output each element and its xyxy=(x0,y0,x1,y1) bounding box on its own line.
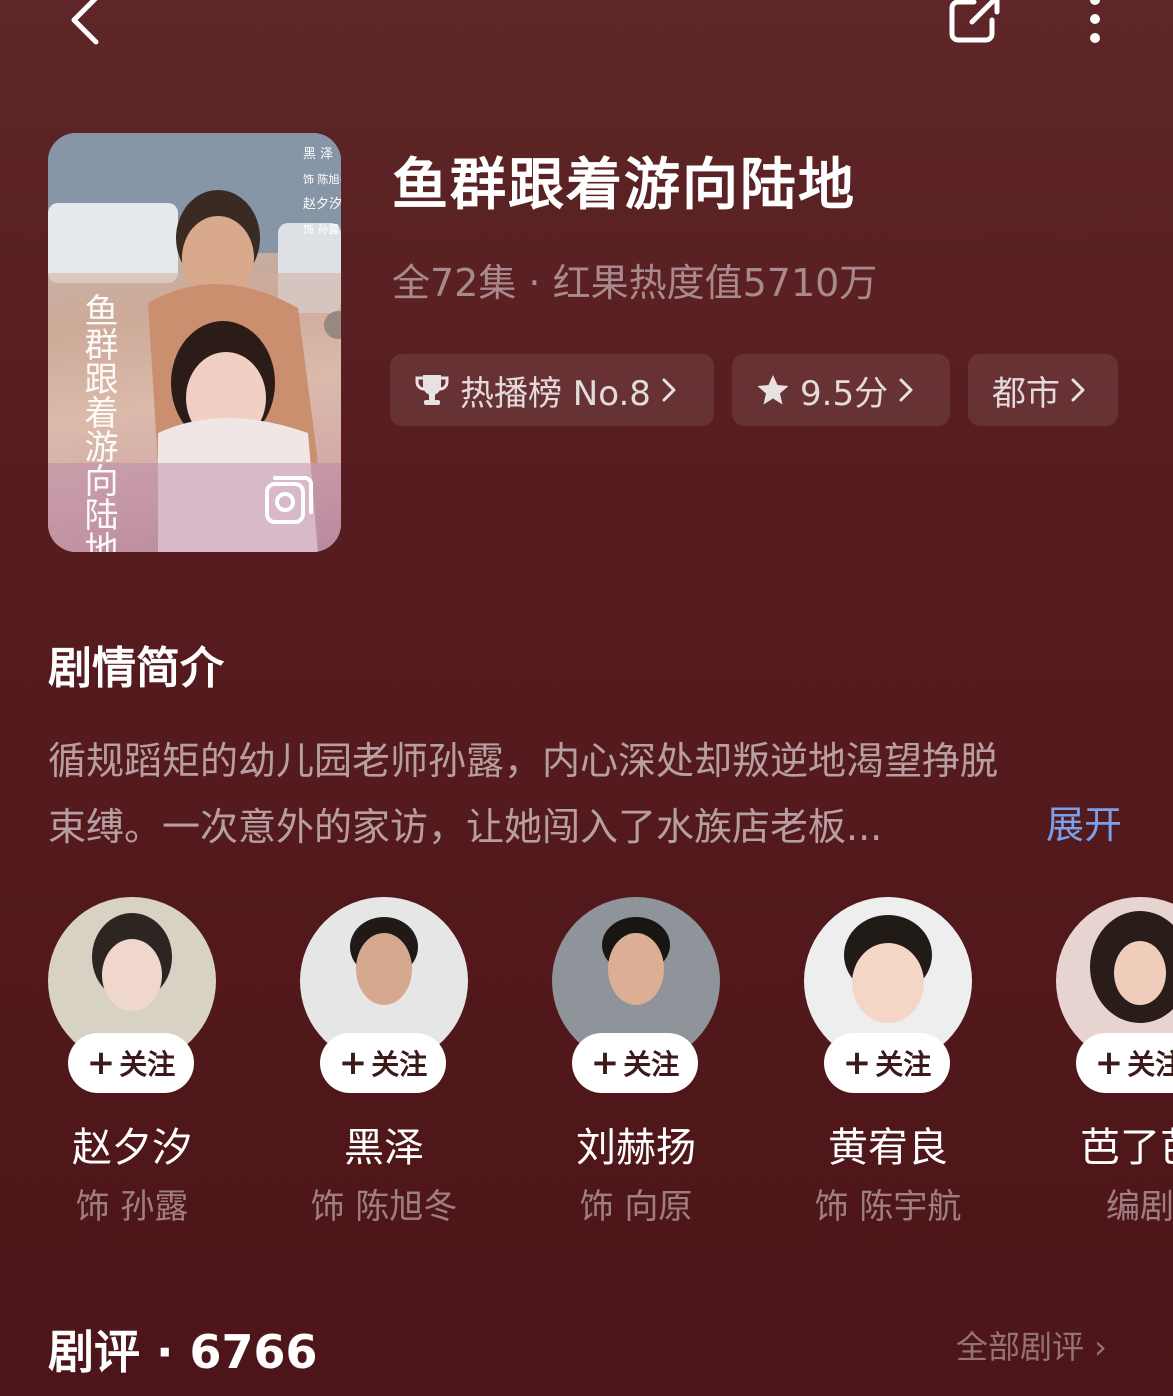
ranking-tag-label: 热播榜 No.8 xyxy=(460,373,651,414)
synopsis-text: 循规蹈矩的幼儿园老师孙露，内心深处却叛逆地渴望挣脱 束缚。一次意外的家访，让她闯… xyxy=(48,728,1108,860)
trophy-icon xyxy=(415,375,449,405)
poster-credit: 黑 泽 xyxy=(303,147,333,162)
expand-button[interactable]: 展开 xyxy=(1046,794,1122,849)
poster-credit: 饰 孙露 xyxy=(303,222,340,236)
actor-role: 饰 陈宇航 xyxy=(814,1187,962,1227)
synopsis-line: 束缚。一次意外的家访，让她闯入了水族店老板... xyxy=(48,805,883,849)
chevron-right-icon xyxy=(899,378,913,402)
drama-poster[interactable]: 鱼群跟着游向陆地 黑 泽 饰 陈旭冬 赵夕汐 饰 孙露 xyxy=(48,133,341,552)
actor-name: 黑泽 xyxy=(344,1125,424,1171)
gallery-icon[interactable] xyxy=(263,474,315,526)
follow-label: 关注 xyxy=(371,1048,428,1081)
actor-name: 芭了芭 xyxy=(1080,1125,1173,1171)
follow-label: 关注 xyxy=(623,1048,680,1081)
follow-label: 关注 xyxy=(875,1048,932,1081)
ranking-tag[interactable]: 热播榜 No.8 xyxy=(390,354,714,426)
follow-button[interactable]: + 关注 xyxy=(824,1033,950,1093)
reviews-title: 剧评 · 6766 xyxy=(48,1325,318,1379)
follow-label: 关注 xyxy=(119,1048,176,1081)
actor-role: 编剧 xyxy=(1106,1187,1173,1227)
rating-tag-label: 9.5分 xyxy=(800,373,889,414)
synopsis-title: 剧情简介 xyxy=(48,643,224,694)
chevron-left-icon[interactable] xyxy=(64,0,108,48)
follow-button[interactable]: + 关注 xyxy=(320,1033,446,1093)
poster-credit: 饰 陈旭冬 xyxy=(303,172,341,186)
plus-icon: + xyxy=(842,1043,872,1083)
follow-label: 关注 xyxy=(1127,1048,1173,1081)
genre-tag[interactable]: 都市 xyxy=(968,354,1118,426)
all-reviews-link[interactable]: 全部剧评 › xyxy=(956,1322,1107,1368)
actor-name: 刘赫扬 xyxy=(576,1125,696,1171)
plus-icon: + xyxy=(1094,1043,1124,1083)
chevron-right-icon xyxy=(1071,378,1085,402)
poster-credit: 赵夕汐 xyxy=(303,196,341,212)
poster-title-art: 鱼群跟着游向陆地 xyxy=(78,293,118,552)
actor-name: 黄宥良 xyxy=(828,1125,948,1171)
chevron-right-icon xyxy=(662,378,676,402)
plus-icon: + xyxy=(86,1043,116,1083)
follow-button[interactable]: + 关注 xyxy=(572,1033,698,1093)
actor-role: 饰 向原 xyxy=(579,1187,693,1227)
star-icon xyxy=(757,375,789,405)
actor-name: 赵夕汐 xyxy=(72,1125,192,1171)
plus-icon: + xyxy=(338,1043,368,1083)
genre-tag-label: 都市 xyxy=(992,373,1060,414)
drama-meta: 全72集 · 红果热度值5710万 xyxy=(392,261,878,305)
more-vertical-icon[interactable] xyxy=(1072,0,1118,50)
actor-role: 饰 孙露 xyxy=(75,1187,189,1227)
drama-title: 鱼群跟着游向陆地 xyxy=(392,153,856,218)
follow-button[interactable]: + 关注 xyxy=(68,1033,194,1093)
plus-icon: + xyxy=(590,1043,620,1083)
actor-role: 饰 陈旭冬 xyxy=(310,1187,458,1227)
synopsis-line: 循规蹈矩的幼儿园老师孙露，内心深处却叛逆地渴望挣脱 xyxy=(48,739,999,783)
rating-tag[interactable]: 9.5分 xyxy=(732,354,950,426)
share-icon[interactable] xyxy=(944,0,1006,48)
follow-button[interactable]: + 关注 xyxy=(1076,1033,1173,1093)
